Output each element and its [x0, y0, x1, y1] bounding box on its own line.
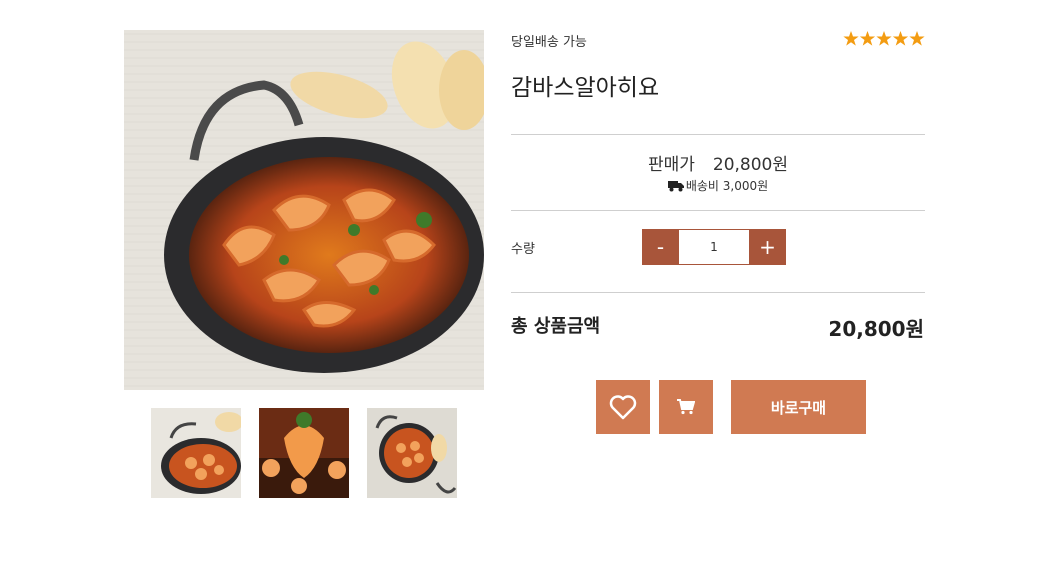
shrimp-dish-illustration — [124, 30, 484, 390]
buy-now-button[interactable]: 바로구매 — [731, 380, 866, 434]
star-icons — [843, 31, 925, 46]
thumbnail-image — [151, 408, 241, 498]
divider — [511, 210, 925, 211]
star-icon — [892, 31, 909, 46]
product-main-image — [124, 30, 484, 390]
thumbnail-3[interactable] — [367, 408, 457, 498]
divider — [511, 134, 925, 135]
total-amount: 20,800원 — [828, 317, 924, 341]
truck-icon — [667, 181, 684, 192]
price-label: 판매가 — [647, 155, 695, 175]
price-amount: 20,800원 — [712, 155, 789, 175]
price-row: 판매가 20,800원 — [511, 150, 925, 175]
shipping-row: 배송비 3,000원 — [511, 177, 925, 194]
divider — [511, 292, 925, 293]
product-title: 감바스알아히요 — [511, 75, 660, 101]
thumbnail-image — [259, 408, 349, 498]
star-icon — [876, 31, 892, 46]
wishlist-button[interactable] — [596, 380, 650, 434]
cart-icon — [677, 399, 695, 415]
quantity-increase-button[interactable]: + — [749, 229, 786, 265]
heart-icon — [609, 395, 637, 420]
quantity-decrease-button[interactable]: - — [642, 229, 679, 265]
same-day-delivery-badge: 당일배송 가능 — [511, 35, 587, 50]
add-to-cart-button[interactable] — [659, 380, 713, 434]
total-label: 총 상품금액 — [511, 316, 601, 337]
quantity-input[interactable] — [679, 229, 749, 265]
star-icon — [909, 31, 925, 46]
thumbnail-2[interactable] — [259, 408, 349, 498]
rating-stars — [843, 30, 925, 48]
shipping-fee: 배송비 3,000원 — [685, 179, 769, 193]
thumbnail-1[interactable] — [151, 408, 241, 498]
quantity-label: 수량 — [511, 242, 535, 257]
star-icon — [843, 31, 859, 46]
star-icon — [859, 31, 876, 46]
quantity-stepper: - + — [642, 229, 786, 265]
thumbnail-image — [367, 408, 457, 498]
